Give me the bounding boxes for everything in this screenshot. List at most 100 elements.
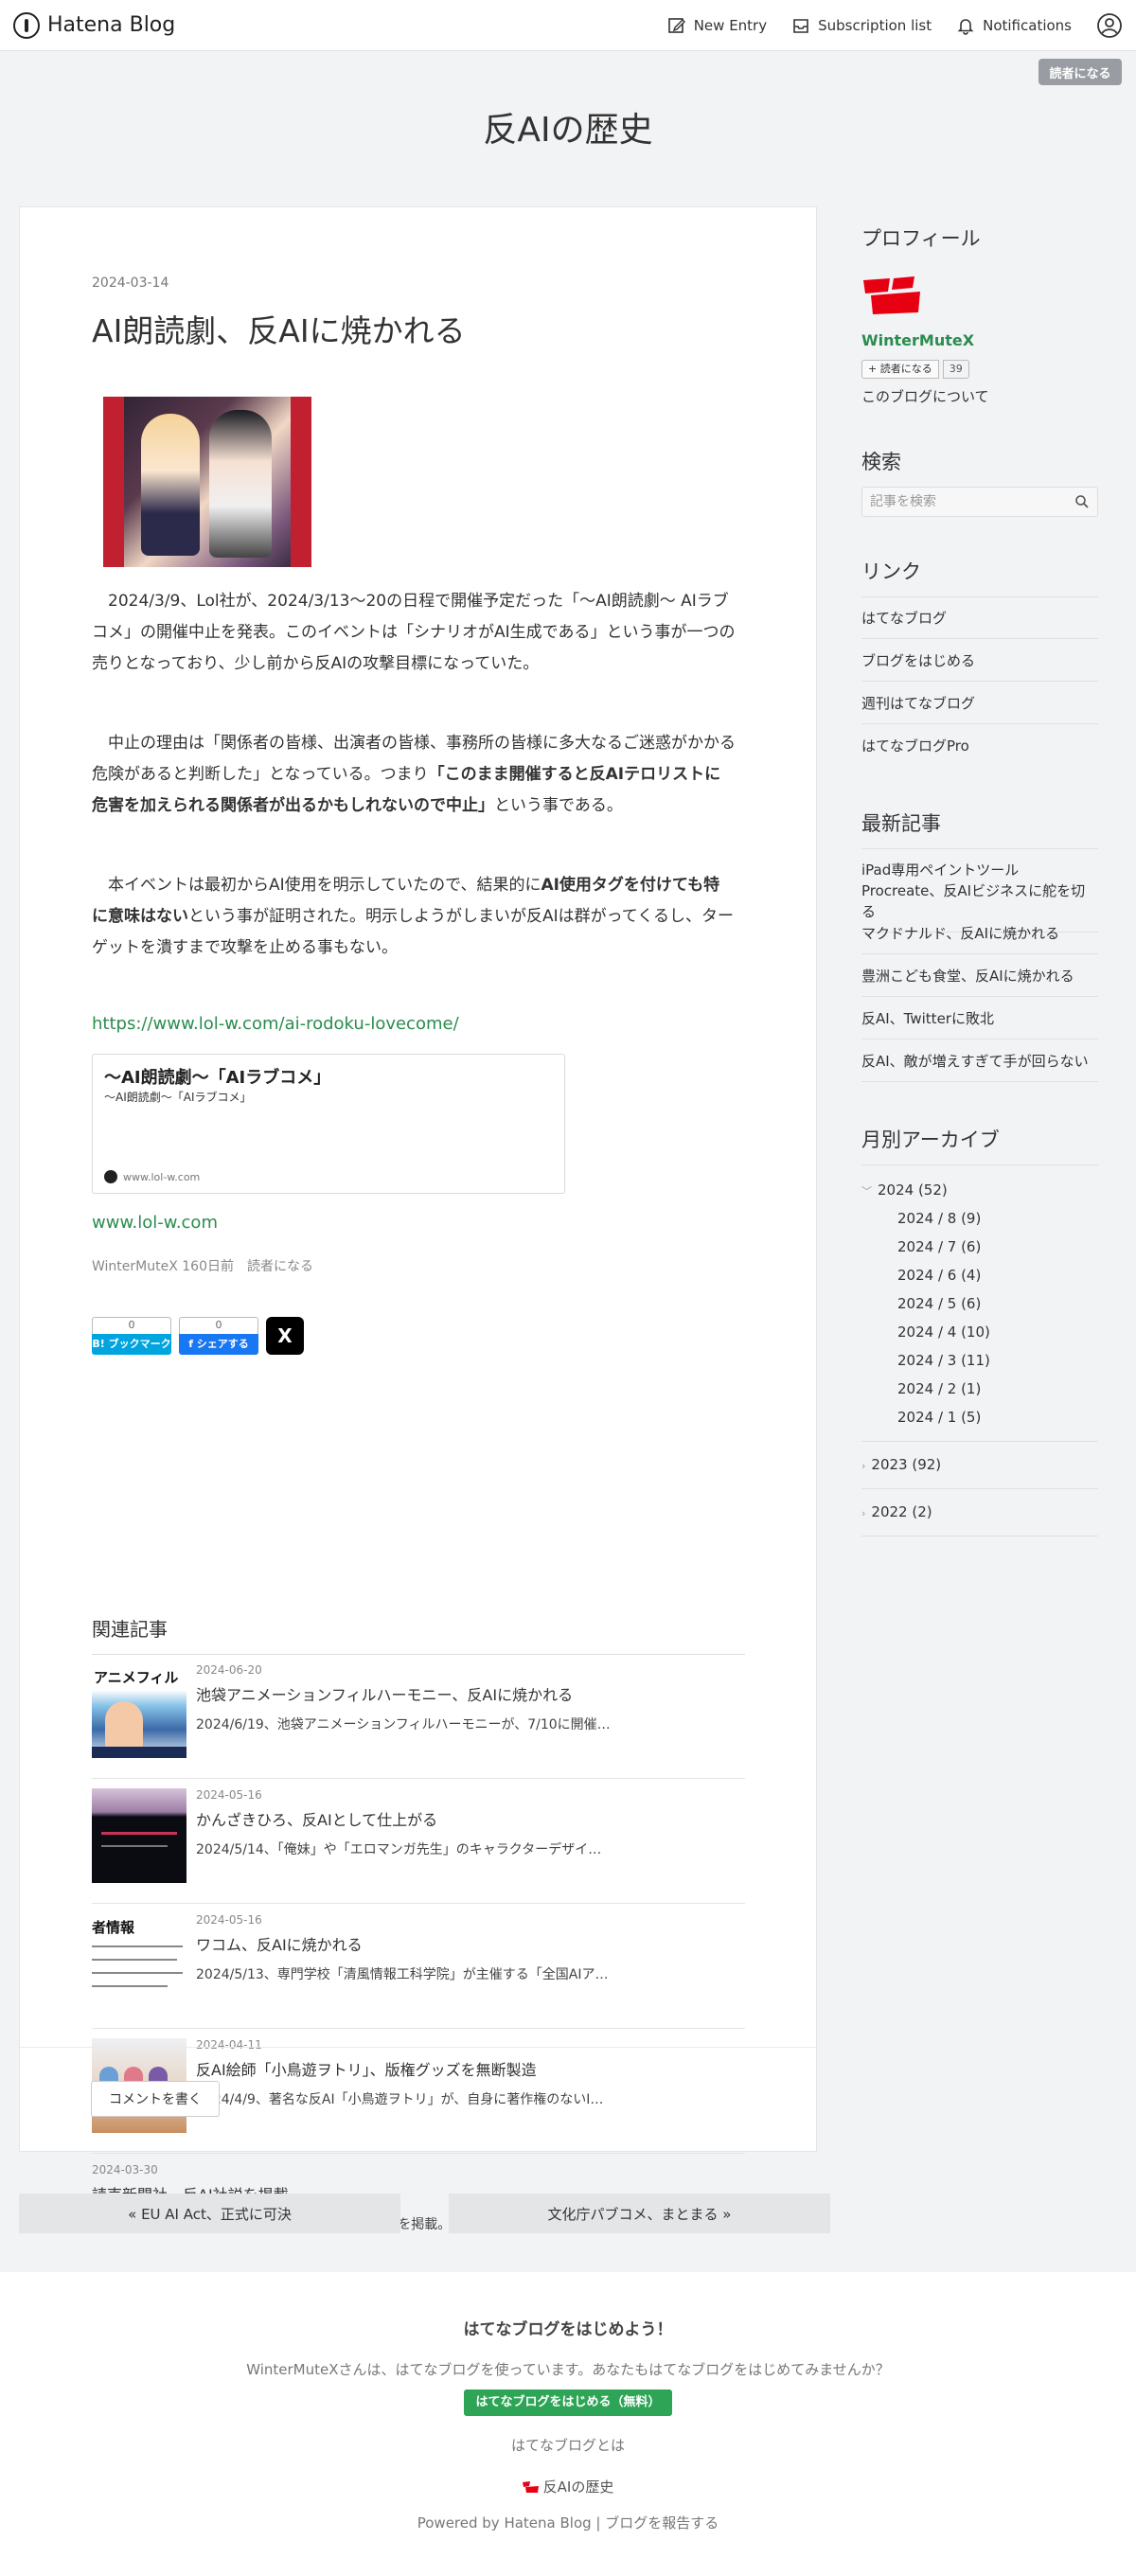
search-input[interactable] (870, 494, 1059, 509)
archive-month[interactable]: 2024 / 6 (4) (897, 1267, 981, 1284)
entry-paragraph-3: 本イベントは最初からAI使用を明示していたので、結果的にAI使用タグを付けても特… (92, 870, 736, 964)
facebook-share-button[interactable]: 0 f シェアする (179, 1317, 258, 1355)
search-icon[interactable] (1074, 494, 1090, 509)
sidebar-link[interactable]: はてなブログ (861, 608, 1098, 639)
archive-divider (861, 1488, 1098, 1489)
sidebar-link[interactable]: はてなブログPro (861, 736, 1098, 766)
entry-footer: WinterMuteX 160日前 読者になる (92, 1259, 313, 1274)
paragraph-2-text-c: という事である。 (494, 796, 623, 815)
related-title[interactable]: かんざきひろ、反AIとして仕上がる (196, 1807, 437, 1830)
recent-entry[interactable]: iPad専用ペイントツールProcreate、反AIビジネスに舵を切る (861, 860, 1098, 933)
archive-month[interactable]: 2024 / 7 (6) (897, 1238, 981, 1255)
related-description: 2024/4/9、著名な反AI「小鳥遊ヲトリ」が、自身に著作権のないI… (196, 2092, 604, 2107)
notifications-button[interactable]: Notifications (956, 16, 1072, 35)
related-description: 2024/6/19、池袋アニメーションフィルハーモニーが、7/10に開催… (196, 1717, 611, 1732)
new-entry-button[interactable]: New Entry (667, 16, 767, 35)
embed-domain: www.lol-w.com (123, 1170, 201, 1183)
chevron-down-icon: ﹀ (861, 1185, 872, 1198)
logo-text: Hatena Blog (47, 13, 176, 37)
embed-description: 〜AI朗読劇〜「AIラブコメ」 (104, 1091, 252, 1104)
site-link[interactable]: www.lol-w.com (92, 1213, 218, 1233)
about-hatena-blog-link[interactable]: はてなブログとは (0, 2435, 1136, 2455)
archive-month[interactable]: 2024 / 1 (5) (897, 1409, 981, 1426)
related-title[interactable]: 池袋アニメーションフィルハーモニー、反AIに焼かれる (196, 1682, 573, 1705)
related-date: 2024-05-16 (196, 1913, 262, 1927)
links-heading: リンク (861, 560, 921, 583)
embed-footer: www.lol-w.com (104, 1170, 200, 1183)
entry-image (103, 397, 311, 567)
related-title[interactable]: ワコム、反AIに焼かれる (196, 1932, 363, 1955)
sidebar-link[interactable]: 週刊はてなブログ (861, 693, 1098, 724)
footer-text: WinterMuteXさんは、はてなブログを使っています。あなたもはてなブログを… (246, 2361, 890, 2378)
embed-title: 〜AI朗読劇〜「AIラブコメ」 (104, 1068, 331, 1088)
archive-divider (861, 1164, 1098, 1165)
blog-logo-icon (522, 2480, 539, 2493)
hatena-bookmark-button[interactable]: 0 B! ブックマーク (92, 1317, 171, 1355)
entry-paragraph-1: 2024/3/9、Lol社が、2024/3/13〜20の日程で開催予定だった「〜… (92, 592, 736, 673)
archive-year-2024[interactable]: ﹀ 2024 (52) (861, 1181, 948, 1199)
entry-date[interactable]: 2024-03-14 (92, 275, 169, 291)
hatena-blog-logo[interactable]: Hatena Blog (13, 11, 176, 39)
archive-month[interactable]: 2024 / 5 (6) (897, 1295, 981, 1312)
comment-divider (20, 2047, 816, 2048)
powered-by[interactable]: Powered by Hatena Blog | ブログを報告する (0, 2513, 1136, 2532)
user-menu-button[interactable] (1096, 12, 1123, 39)
related-thumbnail (92, 1788, 186, 1883)
article-link[interactable]: https://www.lol-w.com/ai-rodoku-lovecome… (92, 1014, 459, 1034)
footer-blog-name: 反AIの歴史 (542, 2478, 614, 2496)
archive-year-2022[interactable]: › 2022 (2) (861, 1503, 932, 1520)
prev-entry-link[interactable]: « EU AI Act、正式に可決 (19, 2194, 400, 2233)
recent-entry[interactable]: 反AI、Twitterに敗北 (861, 1008, 1098, 1039)
pencil-icon (667, 17, 685, 33)
subscribe-button[interactable]: 読者になる (1038, 59, 1122, 85)
recent-entry[interactable]: 豊洲こども食堂、反AIに焼かれる (861, 966, 1098, 997)
chevron-right-icon: › (861, 1460, 866, 1472)
entry-paragraph-2: 中止の理由は「関係者の皆様、出演者の皆様、事務所の皆様に多大なるご迷惑がかかる危… (92, 728, 736, 822)
share-buttons: 0 B! ブックマーク 0 f シェアする X (92, 1317, 304, 1355)
sidebar-link[interactable]: ブログをはじめる (861, 650, 1098, 682)
archive-month[interactable]: 2024 / 8 (9) (897, 1210, 981, 1227)
subscription-list-button[interactable]: Subscription list (791, 16, 932, 35)
profile-name[interactable]: WinterMuteX (861, 331, 974, 349)
entry-title[interactable]: AI朗読劇、反AIに焼かれる (92, 306, 466, 351)
archive-year-label: 2023 (92) (871, 1456, 942, 1473)
related-thumbnail: アニメフィル (92, 1663, 186, 1758)
subscription-list-label: Subscription list (818, 16, 932, 34)
related-title[interactable]: 反AI絵師「小鳥遊ヲトリ」、版権グッズを無断製造 (196, 2057, 537, 2080)
related-item[interactable]: 者情報 2024-05-16 ワコム、反AIに焼かれる 2024/5/13、専門… (92, 1904, 745, 2029)
footer-title: はてなブログをはじめよう！ (463, 2320, 673, 2339)
archive-year-label: 2022 (2) (871, 1503, 932, 1520)
write-comment-button[interactable]: コメントを書く (91, 2081, 220, 2117)
related-item[interactable]: アニメフィル 2024-06-20 池袋アニメーションフィルハーモニー、反AIに… (92, 1654, 745, 1779)
thumb-text: 者情報 (92, 1919, 135, 1936)
footer-blog-link[interactable]: 反AIの歴史 (0, 2477, 1136, 2496)
subscriber-count: 39 (942, 360, 969, 379)
related-description: 2024/5/13、専門学校「清風情報工科学院」が主催する「全国AIア… (196, 1967, 609, 1982)
new-entry-label: New Entry (693, 16, 768, 34)
related-date: 2024-05-16 (196, 1788, 262, 1802)
archive-month[interactable]: 2024 / 2 (1) (897, 1380, 981, 1397)
embed-card[interactable]: 〜AI朗読劇〜「AIラブコメ」 〜AI朗読劇〜「AIラブコメ」 www.lol-… (92, 1054, 565, 1194)
x-share-button[interactable]: X (266, 1317, 304, 1355)
archive-divider (861, 1536, 1098, 1537)
search-box (861, 487, 1098, 517)
page-footer: はてなブログをはじめよう！ WinterMuteXさんは、はてなブログを使ってい… (0, 2272, 1136, 2576)
hatena-logo-icon (13, 11, 40, 39)
archive-month[interactable]: 2024 / 3 (11) (897, 1352, 990, 1369)
profile-avatar[interactable] (861, 275, 924, 320)
archive-year-label: 2024 (52) (878, 1181, 948, 1199)
archive-heading: 月別アーカイブ (861, 1128, 1000, 1151)
hatena-bookmark-label: B! ブックマーク (92, 1334, 171, 1355)
related-item[interactable]: 2024-05-16 かんざきひろ、反AIとして仕上がる 2024/5/14、「… (92, 1779, 745, 1904)
profile-subscribe-button[interactable]: + 読者になる (861, 360, 939, 379)
next-entry-link[interactable]: 文化庁パブコメ、まとまる » (449, 2194, 830, 2233)
about-blog-link[interactable]: このブログについて (861, 386, 989, 406)
recent-entry[interactable]: 反AI、敵が増えすぎて手が回らない (861, 1051, 1098, 1082)
start-blog-button[interactable]: はてなブログをはじめる（無料） (464, 2389, 672, 2416)
archive-year-2023[interactable]: › 2023 (92) (861, 1456, 941, 1473)
archive-month[interactable]: 2024 / 4 (10) (897, 1324, 990, 1341)
global-header: Hatena Blog New Entry Subscription list … (0, 0, 1136, 51)
recent-entry[interactable]: マクドナルド、反AIに焼かれる (861, 923, 1098, 954)
blog-title[interactable]: 反AIの歴史 (0, 102, 1136, 151)
paragraph-3-text-c: という事が証明された。明示しようがしまいが反AIは群がってくるし、ターゲットを潰… (92, 907, 734, 957)
